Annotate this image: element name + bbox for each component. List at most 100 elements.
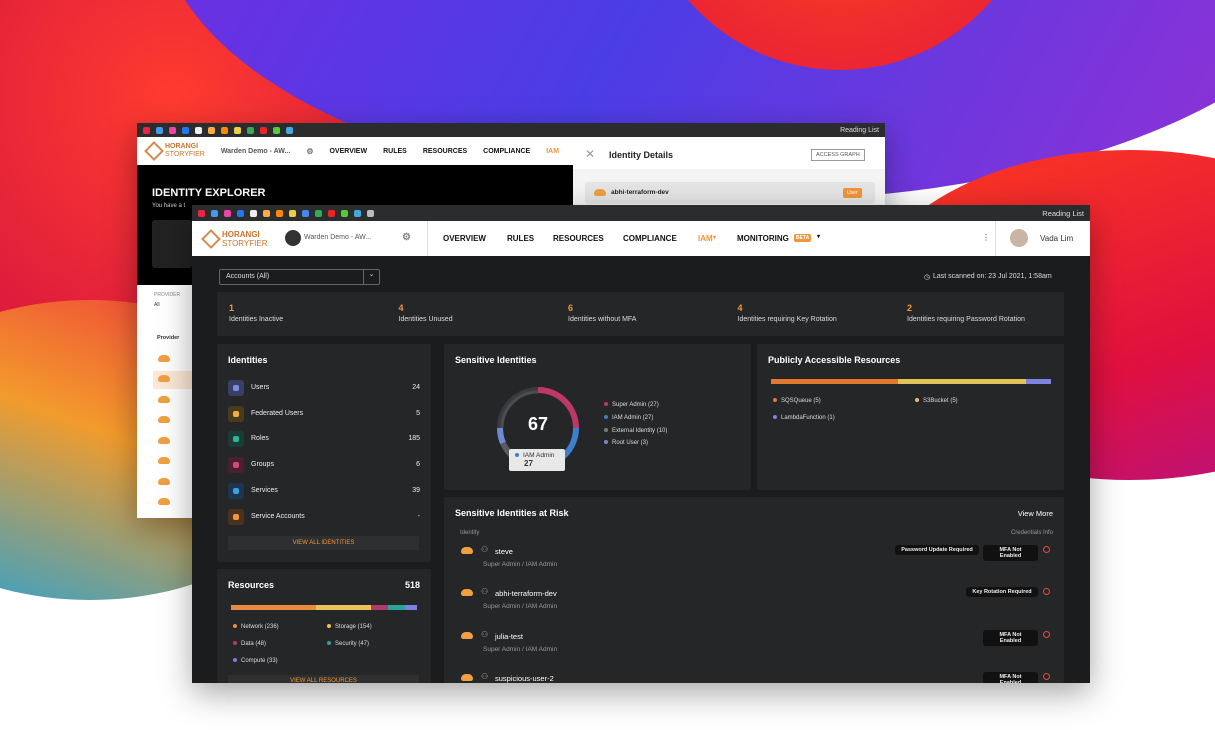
legend-label: Compute (33)	[241, 658, 278, 664]
clock-icon: ◷	[924, 274, 931, 281]
resource-legend-item: Data (48)	[233, 641, 266, 647]
chevron-down-icon: ▾	[713, 235, 717, 241]
federated-user-icon	[228, 405, 244, 422]
aws-icon	[461, 673, 473, 681]
credential-tag: MFA Not Enabled	[983, 629, 1038, 646]
warning-icon	[1043, 672, 1050, 680]
identity-type-label[interactable]: Federated Users	[251, 410, 303, 417]
risk-identity-name[interactable]: steve	[495, 547, 513, 556]
public-legend-item: LambdaFunction (1)	[773, 415, 835, 421]
accounts-select[interactable]: Accounts (All) ⌄	[219, 269, 380, 285]
back-page-title: IDENTITY EXPLORER	[152, 187, 266, 199]
aws-icon	[461, 631, 473, 639]
chevron-down-icon: ▾	[817, 234, 821, 240]
credential-tag: Password Update Required	[895, 545, 979, 555]
gear-icon[interactable]: ⚙	[306, 147, 313, 156]
back-provider-select[interactable]: All	[154, 302, 160, 308]
stat-value: 6	[568, 303, 574, 313]
group-icon	[228, 457, 244, 474]
reading-list-link[interactable]: Reading List	[1042, 209, 1084, 218]
stat-label[interactable]: Identities requiring Password Rotation	[907, 316, 1025, 323]
public-title: Publicly Accessible Resources	[768, 355, 901, 365]
close-icon[interactable]: ✕	[585, 147, 595, 161]
more-options-icon[interactable]: ⋮	[982, 233, 990, 242]
nav-rules[interactable]: RULES	[507, 234, 534, 243]
logo-icon	[144, 141, 164, 161]
account-avatar-icon	[285, 230, 301, 246]
sensitive-legend-item: Super Admin (27)	[604, 402, 659, 408]
identity-type-count: 185	[408, 435, 420, 443]
back-nav-overview[interactable]: OVERVIEW	[329, 148, 367, 155]
resources-title: Resources	[228, 580, 275, 590]
back-account-select[interactable]: Warden Demo - AW...	[221, 148, 291, 155]
legend-dot	[233, 641, 237, 645]
stat-label[interactable]: Identities Unused	[399, 316, 453, 323]
avatar[interactable]	[1010, 229, 1028, 247]
view-all-identities-button[interactable]: VIEW ALL IDENTITIES	[228, 536, 419, 550]
front-window: Reading List HORANGI STORYFIER Warden Dem…	[192, 205, 1090, 683]
resource-legend-item: Storage (154)	[327, 624, 372, 630]
identity-type-label[interactable]: Groups	[251, 461, 274, 468]
back-nav-iam[interactable]: IAM	[546, 148, 559, 155]
nav-compliance[interactable]: COMPLIANCE	[623, 234, 677, 243]
nav-overview[interactable]: OVERVIEW	[443, 234, 486, 243]
reading-list-link[interactable]: Reading List	[840, 127, 879, 134]
front-logo: HORANGI STORYFIER	[201, 229, 268, 249]
risk-identity-name[interactable]: suspicious-user-2	[495, 674, 554, 683]
legend-label: S3Bucket (5)	[923, 398, 958, 404]
nav-monitoring[interactable]: MONITORING	[737, 234, 789, 243]
public-resources-panel: Publicly Accessible Resources SQSQueue (…	[757, 344, 1064, 490]
legend-dot	[233, 624, 237, 628]
last-scanned: Last scanned on: 23 Jul 2021, 1:58am	[933, 273, 1052, 280]
user-name[interactable]: Vada Lim	[1040, 234, 1073, 243]
legend-label: Network (236)	[241, 624, 279, 630]
back-nav-resources[interactable]: RESOURCES	[423, 148, 467, 155]
stat-label[interactable]: Identities without MFA	[568, 316, 636, 323]
risk-identity-name[interactable]: abhi-terraform-dev	[495, 589, 557, 598]
identity-type-label[interactable]: Service Accounts	[251, 513, 305, 520]
user-icon	[228, 380, 244, 396]
legend-label: Security (47)	[335, 641, 370, 647]
identity-type-label[interactable]: Users	[251, 384, 269, 391]
identity-type-count: 39	[412, 486, 420, 494]
legend-dot	[604, 440, 608, 445]
gear-icon[interactable]: ⚙	[402, 232, 411, 243]
sensitive-legend-item: Root User (3)	[604, 440, 648, 446]
risk-panel: Sensitive Identities at Risk View More I…	[444, 497, 1064, 683]
aws-icon	[158, 375, 170, 382]
user-icon: ⚇	[481, 545, 489, 554]
identity-type-label[interactable]: Services	[251, 487, 278, 494]
identity-type-count: 6	[416, 461, 420, 469]
stat-value: 4	[737, 303, 743, 313]
stat-label[interactable]: Identities Inactive	[229, 316, 283, 323]
legend-dot	[604, 427, 608, 432]
view-more-link[interactable]: View More	[1018, 509, 1053, 518]
back-nav-compliance[interactable]: COMPLIANCE	[483, 148, 530, 155]
credential-tag: MFA Not Enabled	[983, 671, 1038, 683]
back-nav-rules[interactable]: RULES	[383, 148, 407, 155]
risk-identity-name[interactable]: julia-test	[495, 632, 523, 641]
legend-label: SQSQueue (5)	[781, 398, 821, 404]
stat-value: 1	[229, 303, 235, 313]
account-select[interactable]: Warden Demo - AW...	[304, 234, 371, 241]
back-subtitle: You have a t	[152, 203, 186, 209]
role-icon	[228, 431, 244, 448]
aws-icon	[594, 189, 606, 196]
nav-resources[interactable]: RESOURCES	[553, 234, 604, 243]
nav-iam[interactable]: IAM	[698, 234, 713, 243]
sensitive-legend-item: IAM Admin (27)	[604, 414, 653, 421]
aws-icon	[158, 478, 170, 485]
legend-label: Root User (3)	[612, 440, 649, 447]
stat-label[interactable]: Identities requiring Key Rotation	[738, 316, 837, 323]
access-graph-button[interactable]: ACCESS GRAPH	[811, 149, 865, 161]
identity-type-label[interactable]: Roles	[251, 435, 269, 442]
user-icon: ⚇	[481, 587, 489, 597]
view-all-resources-button[interactable]: VIEW ALL RESOURCES	[228, 675, 419, 683]
public-resources-bar	[771, 379, 1051, 384]
aws-icon	[158, 396, 170, 403]
resources-panel: Resources 518 Network (236) Storage (154)…	[217, 569, 431, 683]
aws-icon	[461, 589, 473, 597]
sensitive-identities-panel: Sensitive Identities 67 IAM Admin 27 Sup…	[444, 344, 751, 490]
service-account-icon-glyph	[233, 513, 239, 520]
warning-icon	[1043, 546, 1050, 553]
